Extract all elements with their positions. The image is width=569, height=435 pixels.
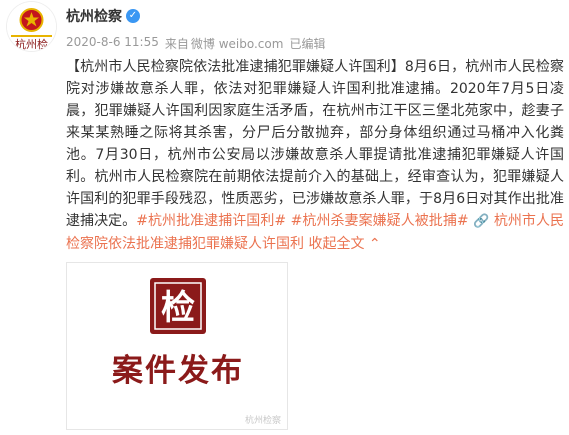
topic-link-2[interactable]: #杭州杀妻案嫌疑人被批捕# <box>291 213 469 229</box>
post-body: 8月6日，杭州市人民检察院对涉嫌故意杀人罪，依法对犯罪嫌疑人许国利批准逮捕。20… <box>66 59 564 229</box>
chevron-up-icon[interactable]: ⌃ <box>369 236 381 252</box>
collapse-link[interactable]: 收起全文 <box>308 236 364 252</box>
user-name-label: 杭州检察 <box>66 9 122 25</box>
media-title: 案件发布 <box>112 353 244 389</box>
user-name[interactable]: 杭州检察 ✓ <box>66 6 140 26</box>
logo-glyph: 检 <box>161 288 195 328</box>
post-text: 【杭州市人民检察院依法批准逮捕犯罪嫌疑人许国利】8月6日，杭州市人民检察院对涉嫌… <box>66 56 564 255</box>
source-link[interactable]: 微博 weibo.com <box>191 35 284 52</box>
avatar[interactable]: 杭州检 <box>7 2 56 51</box>
edited-label: 已编辑 <box>289 37 326 51</box>
verified-badge-icon: ✓ <box>126 9 140 23</box>
watermark: 杭州检察 <box>244 416 281 426</box>
case-release-logo-icon: 检 <box>150 278 206 334</box>
post-meta: 2020-8-6 11:55 来自 微博 weibo.com 已编辑 <box>66 35 325 52</box>
post-image[interactable]: 检 案件发布 杭州检察 <box>66 262 288 430</box>
post-date-link[interactable]: 2020-8-6 11:55 <box>66 35 159 52</box>
source-prefix: 来自 <box>164 37 189 51</box>
link-icon: 🔗 <box>473 214 490 229</box>
procuratorate-emblem-icon: 杭州检 <box>7 2 56 51</box>
avatar-caption: 杭州检 <box>15 37 48 51</box>
post-title: 【杭州市人民检察院依法批准逮捕犯罪嫌疑人许国利】 <box>66 59 405 75</box>
topic-link-1[interactable]: #杭州批准逮捕许国利# <box>136 213 286 229</box>
